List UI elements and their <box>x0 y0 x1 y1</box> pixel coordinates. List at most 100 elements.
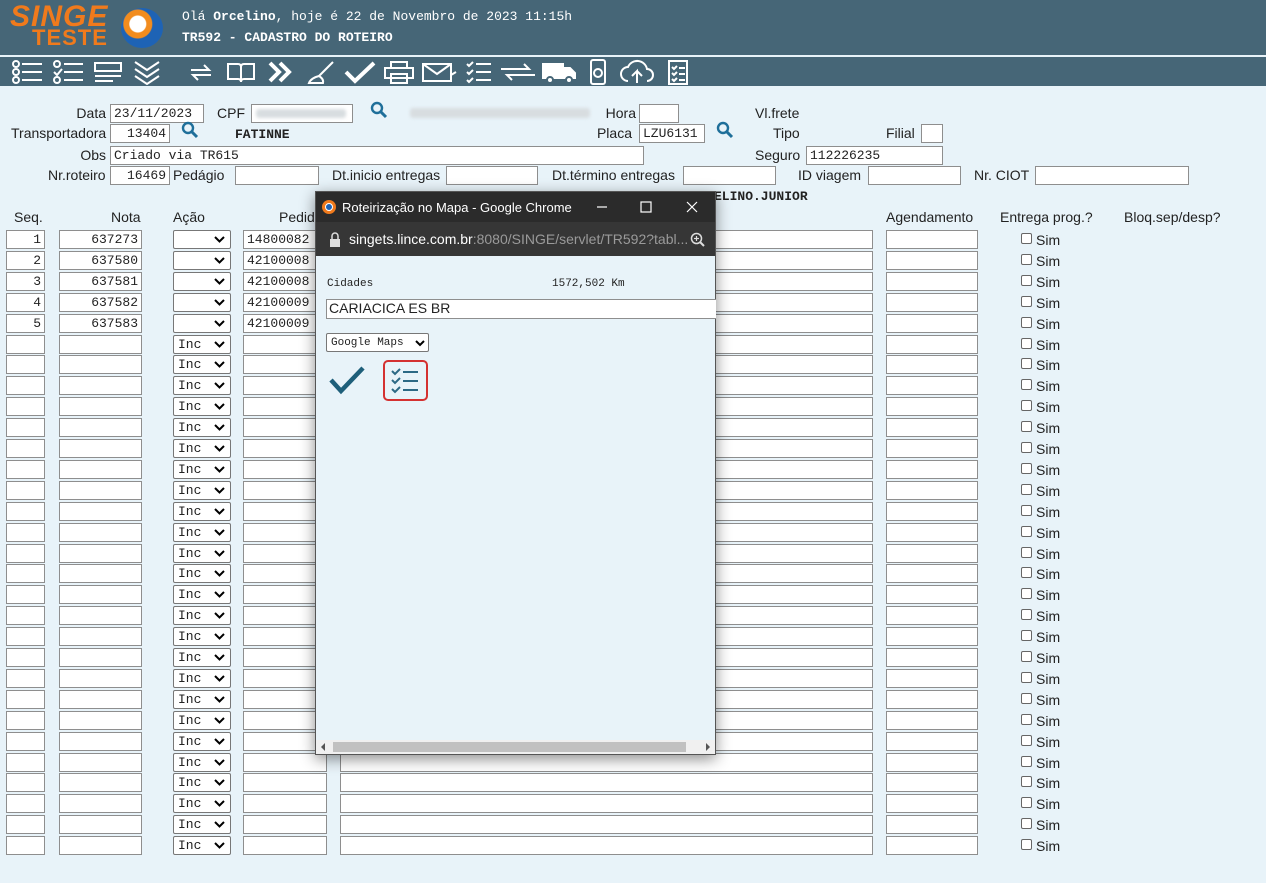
minimize-icon[interactable] <box>592 198 612 216</box>
entrega-prog-checkbox[interactable] <box>1021 233 1032 244</box>
acao-select[interactable]: Inc <box>173 418 231 437</box>
seq-field[interactable] <box>6 355 45 374</box>
email-icon[interactable] <box>420 59 458 85</box>
acao-select[interactable]: Inc <box>173 794 231 813</box>
acao-select[interactable]: Inc <box>173 836 231 855</box>
seq-field[interactable] <box>6 732 45 751</box>
pedagio-field[interactable] <box>235 166 319 185</box>
entrega-prog-checkbox[interactable] <box>1021 818 1032 829</box>
zoom-icon[interactable] <box>690 232 706 248</box>
entrega-prog-checkbox[interactable] <box>1021 651 1032 662</box>
seq-field[interactable] <box>6 815 45 834</box>
nota-field[interactable]: 637273 <box>59 230 142 249</box>
refresh-icon[interactable] <box>186 59 216 85</box>
seq-field[interactable] <box>6 773 45 792</box>
agendamento-field[interactable] <box>886 418 978 437</box>
list-icon[interactable] <box>10 59 44 85</box>
nota-field[interactable] <box>59 418 142 437</box>
id-viagem-field[interactable] <box>868 166 961 185</box>
agendamento-field[interactable] <box>886 648 978 667</box>
nota-field[interactable] <box>59 376 142 395</box>
phone-icon[interactable] <box>585 59 611 85</box>
agendamento-field[interactable] <box>886 460 978 479</box>
seq-field[interactable] <box>6 690 45 709</box>
seq-field[interactable] <box>6 585 45 604</box>
obs-field[interactable]: Criado via TR615 <box>110 146 644 165</box>
dt-termino-field[interactable] <box>683 166 776 185</box>
nota-field[interactable] <box>59 711 142 730</box>
descricao-field[interactable] <box>340 836 873 855</box>
route-list-button[interactable] <box>383 360 428 401</box>
nota-field[interactable] <box>59 690 142 709</box>
acao-select[interactable]: Inc <box>173 502 231 521</box>
seq-field[interactable] <box>6 836 45 855</box>
placa-search-icon[interactable] <box>716 121 734 139</box>
checklist-icon[interactable] <box>51 59 85 85</box>
close-icon[interactable] <box>682 198 702 216</box>
pedido-field[interactable] <box>243 753 327 772</box>
placa-field[interactable]: LZU6131 <box>639 124 705 143</box>
agendamento-field[interactable] <box>886 481 978 500</box>
agendamento-field[interactable] <box>886 544 978 563</box>
form-icon[interactable] <box>92 59 124 85</box>
agendamento-field[interactable] <box>886 272 978 291</box>
agendamento-field[interactable] <box>886 753 978 772</box>
entrega-prog-checkbox[interactable] <box>1021 275 1032 286</box>
cpf-search-icon[interactable] <box>370 101 388 119</box>
acao-select[interactable] <box>173 251 231 270</box>
seq-field[interactable] <box>6 460 45 479</box>
seq-field[interactable] <box>6 648 45 667</box>
acao-select[interactable]: Inc <box>173 544 231 563</box>
nota-field[interactable] <box>59 648 142 667</box>
check-icon[interactable] <box>342 59 378 85</box>
agendamento-field[interactable] <box>886 627 978 646</box>
entrega-prog-checkbox[interactable] <box>1021 400 1032 411</box>
nota-field[interactable] <box>59 585 142 604</box>
nr-roteiro-field[interactable]: 16469 <box>110 166 170 185</box>
agendamento-field[interactable] <box>886 732 978 751</box>
agendamento-field[interactable] <box>886 335 978 354</box>
broom-icon[interactable] <box>304 59 338 85</box>
nota-field[interactable]: 637580 <box>59 251 142 270</box>
nota-field[interactable]: 637582 <box>59 293 142 312</box>
entrega-prog-checkbox[interactable] <box>1021 797 1032 808</box>
nota-field[interactable] <box>59 397 142 416</box>
acao-select[interactable]: Inc <box>173 690 231 709</box>
seq-field[interactable] <box>6 544 45 563</box>
filial-field[interactable] <box>921 124 943 143</box>
entrega-prog-checkbox[interactable] <box>1021 317 1032 328</box>
seq-field[interactable] <box>6 669 45 688</box>
acao-select[interactable]: Inc <box>173 606 231 625</box>
horizontal-scrollbar[interactable] <box>316 740 715 754</box>
seq-field[interactable] <box>6 753 45 772</box>
seq-field[interactable] <box>6 794 45 813</box>
pedido-field[interactable] <box>243 836 327 855</box>
entrega-prog-checkbox[interactable] <box>1021 526 1032 537</box>
seq-field[interactable] <box>6 523 45 542</box>
map-provider-select[interactable]: Google Maps <box>326 333 429 352</box>
entrega-prog-checkbox[interactable] <box>1021 630 1032 641</box>
agendamento-field[interactable] <box>886 502 978 521</box>
entrega-prog-checkbox[interactable] <box>1021 756 1032 767</box>
descricao-field[interactable] <box>340 794 873 813</box>
entrega-prog-checkbox[interactable] <box>1021 505 1032 516</box>
acao-select[interactable]: Inc <box>173 335 231 354</box>
transfer-icon[interactable] <box>498 59 538 85</box>
seq-field[interactable]: 4 <box>6 293 45 312</box>
pedido-field[interactable] <box>243 815 327 834</box>
agendamento-field[interactable] <box>886 690 978 709</box>
seq-field[interactable] <box>6 711 45 730</box>
agendamento-field[interactable] <box>886 773 978 792</box>
popup-address-bar[interactable]: singets.lince.com.br:8080/SINGE/servlet/… <box>316 222 715 256</box>
agendamento-field[interactable] <box>886 439 978 458</box>
nota-field[interactable] <box>59 836 142 855</box>
clipboard-list-icon[interactable] <box>666 59 690 85</box>
agendamento-field[interactable] <box>886 669 978 688</box>
descricao-field[interactable] <box>340 773 873 792</box>
acao-select[interactable] <box>173 314 231 333</box>
nota-field[interactable] <box>59 439 142 458</box>
entrega-prog-checkbox[interactable] <box>1021 567 1032 578</box>
seq-field[interactable]: 2 <box>6 251 45 270</box>
entrega-prog-checkbox[interactable] <box>1021 421 1032 432</box>
acao-select[interactable]: Inc <box>173 627 231 646</box>
